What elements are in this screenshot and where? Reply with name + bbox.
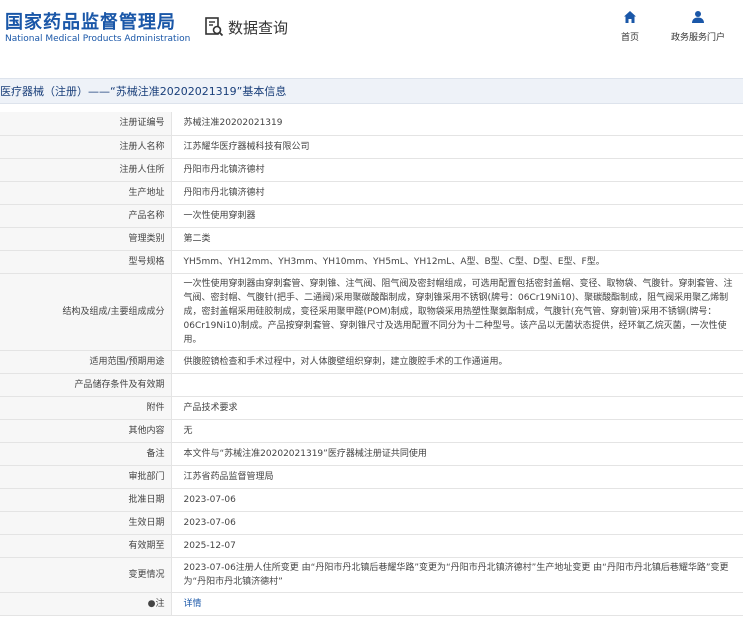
detail-table: 注册证编号 苏械注准20202021319 注册人名称 江苏耀华医疗器械科技有限公司注… — [0, 112, 743, 616]
data-query-module[interactable]: 数据查询 — [204, 14, 288, 40]
field-label: 适用范围/预期用途 — [0, 350, 172, 374]
field-value: 一次性使用穿刺器 — [171, 204, 743, 228]
table-row: 附件 产品技术要求 — [0, 396, 743, 420]
site-logo-cn[interactable]: 国家药品监督管理局 — [5, 8, 176, 34]
table-row: 生效日期 2023-07-06 — [0, 511, 743, 535]
page-title-bar: 医疗器械（注册）——“苏械注准20202021319”基本信息 — [0, 78, 743, 104]
home-icon — [624, 11, 636, 23]
site-header: 国家药品监督管理局 National Medical Products Admi… — [0, 0, 743, 62]
field-label: 批准日期 — [0, 488, 172, 512]
field-label: ●注 — [0, 592, 172, 616]
field-value: 丹阳市丹北镇济德村 — [171, 158, 743, 182]
table-row: 产品名称 一次性使用穿刺器 — [0, 204, 743, 228]
field-label: 结构及组成/主要组成成分 — [0, 273, 172, 351]
field-label: 有效期至 — [0, 534, 172, 558]
field-label: 产品名称 — [0, 204, 172, 228]
field-value: 苏械注准20202021319 — [171, 112, 743, 136]
table-row: 有效期至 2025-12-07 — [0, 534, 743, 558]
nav-home-label: 首页 — [620, 33, 639, 43]
field-label: 生效日期 — [0, 511, 172, 535]
table-row: 型号规格 YH5mm、YH12mm、YH3mm、YH10mm、YH5mL、YH12… — [0, 250, 743, 274]
table-row: 管理类别 第二类 — [0, 227, 743, 251]
field-value: 详情 — [171, 592, 743, 616]
detail-link[interactable]: 详情 — [184, 599, 202, 609]
table-row: 变更情况 2023-07-06注册人住所变更 由“丹阳市丹北镇后巷耀华路”变更为“… — [0, 557, 743, 593]
field-label: 型号规格 — [0, 250, 172, 274]
nav-home[interactable]: 首页 — [618, 10, 642, 43]
field-label: 注册人住所 — [0, 158, 172, 182]
field-value: 2023-07-06 — [171, 511, 743, 535]
field-value: 供腹腔镜检查和手术过程中，对人体腹壁组织穿刺，建立腹腔手术的工作通道用。 — [171, 350, 743, 374]
table-row: 生产地址 丹阳市丹北镇济德村 — [0, 181, 743, 205]
field-value: 2023-07-06 — [171, 488, 743, 512]
site-logo-en: National Medical Products Administration — [5, 34, 191, 44]
field-value: 第二类 — [171, 227, 743, 251]
page-title: 医疗器械（注册）——“苏械注准20202021319”基本信息 — [0, 85, 287, 98]
nav-service-portal[interactable]: 政务服务门户 — [666, 10, 730, 43]
table-row: 注册证编号 苏械注准20202021319 — [0, 112, 743, 136]
table-row: 审批部门 江苏省药品监督管理局 — [0, 465, 743, 489]
table-row: 产品储存条件及有效期 — [0, 373, 743, 397]
table-row: 注册人名称 江苏耀华医疗器械科技有限公司 — [0, 135, 743, 159]
field-value: 本文件与“苏械注准20202021319”医疗器械注册证共同使用 — [171, 442, 743, 466]
table-row: 其他内容无 — [0, 419, 743, 443]
field-label: 注册人名称 — [0, 135, 172, 159]
table-row: 注册人住所 丹阳市丹北镇济德村 — [0, 158, 743, 182]
field-value: 一次性使用穿刺器由穿刺套管、穿刺锥、注气阀、阻气阀及密封帽组成，可选用配置包括密… — [171, 273, 743, 351]
user-icon — [692, 11, 704, 23]
field-value: 2023-07-06注册人住所变更 由“丹阳市丹北镇后巷耀华路”变更为“丹阳市丹… — [171, 557, 743, 593]
table-row: ●注 详情 — [0, 592, 743, 616]
table-row: 备注 本文件与“苏械注准20202021319”医疗器械注册证共同使用 — [0, 442, 743, 466]
nav-portal-label: 政务服务门户 — [670, 33, 725, 43]
field-label: 生产地址 — [0, 181, 172, 205]
field-label: 变更情况 — [0, 557, 172, 593]
field-value — [171, 373, 743, 397]
table-row: 批准日期 2023-07-06 — [0, 488, 743, 512]
table-row: 结构及组成/主要组成成分 一次性使用穿刺器由穿刺套管、穿刺锥、注气阀、阻气阀及密封… — [0, 273, 743, 351]
document-search-icon — [205, 17, 224, 37]
field-value: 丹阳市丹北镇济德村 — [171, 181, 743, 205]
field-label: 审批部门 — [0, 465, 172, 489]
table-row: 适用范围/预期用途 供腹腔镜检查和手术过程中，对人体腹壁组织穿刺，建立腹腔手术的工… — [0, 350, 743, 374]
field-value: YH5mm、YH12mm、YH3mm、YH10mm、YH5mL、YH12mL、A… — [171, 250, 743, 274]
field-value: 无 — [171, 419, 743, 443]
field-label: 附件 — [0, 396, 172, 420]
field-label: 注册证编号 — [0, 112, 172, 136]
field-label: 其他内容 — [0, 419, 172, 443]
field-value: 江苏耀华医疗器械科技有限公司 — [171, 135, 743, 159]
field-value: 2025-12-07 — [171, 534, 743, 558]
module-title: 数据查询 — [228, 18, 289, 37]
field-label: 备注 — [0, 442, 172, 466]
field-label: 产品储存条件及有效期 — [0, 373, 172, 397]
field-value: 产品技术要求 — [171, 396, 743, 420]
field-label: 管理类别 — [0, 227, 172, 251]
field-value: 江苏省药品监督管理局 — [171, 465, 743, 489]
